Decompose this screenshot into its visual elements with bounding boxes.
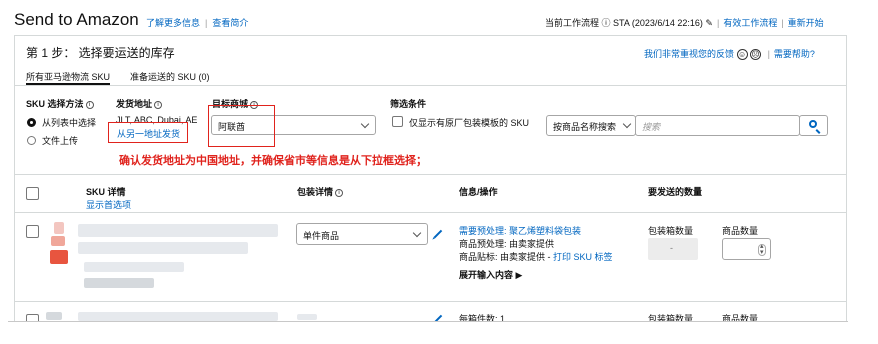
packaging-template-checkbox[interactable] xyxy=(392,116,403,127)
units-stepper[interactable] xyxy=(722,238,771,260)
filter-label: 筛选条件 xyxy=(390,99,427,109)
page-bottom-margin xyxy=(0,322,878,344)
sku-method-label: SKU 选择方法 i xyxy=(26,97,94,110)
annotation-text: 确认发货地址为中国地址，并确保省市等信息是从下拉框选择； xyxy=(119,155,427,167)
label-line: 商品贴标: 由卖家提供 - 打印 SKU 标签 xyxy=(459,252,613,262)
divider xyxy=(15,174,846,175)
stepper-arrows-icon[interactable] xyxy=(758,242,766,256)
redacted-sku-id xyxy=(84,262,184,272)
prep-required-link[interactable]: 需要预处理: 聚乙烯塑料袋包装 xyxy=(459,224,581,237)
ship-from-label: 发货地址 i xyxy=(116,97,163,110)
search-icon xyxy=(809,120,817,128)
product-thumbnail xyxy=(46,312,62,320)
packaging-value: 单件商品 xyxy=(303,231,340,241)
feedback-bar: 我们非常重视您的反馈 ☺ ☹ | 需要帮助? xyxy=(644,49,815,61)
packaging-select[interactable] xyxy=(297,314,317,320)
separator: | xyxy=(205,18,208,28)
product-thumbnail xyxy=(48,222,72,268)
radio-selected-icon[interactable] xyxy=(27,118,36,127)
chevron-down-icon xyxy=(360,119,370,129)
ship-from-another-link[interactable]: 从另一地址发货 xyxy=(117,127,180,140)
workflow-bar: 当前工作流程 ⓘ STA (2023/6/14 22:16) ✎ | 有效工作流程 |… xyxy=(545,18,824,28)
expand-input-link[interactable]: 展开输入内容 ▶ xyxy=(459,268,522,281)
boxes-label: 包装箱数量 xyxy=(648,226,694,236)
restart-link[interactable]: 重新开始 xyxy=(788,18,824,28)
method-option-list[interactable]: 从列表中选择 xyxy=(27,116,96,129)
smile-icon[interactable]: ☺ xyxy=(736,49,748,61)
feedback-link[interactable]: 我们非常重视您的反馈 xyxy=(644,49,734,59)
boxes-value: - xyxy=(670,243,673,253)
tab-ready-sku[interactable]: 准备运送的 SKU (0) xyxy=(130,70,210,83)
chevron-down-icon xyxy=(622,119,632,129)
page-title: Send to Amazon xyxy=(14,10,139,29)
need-help-link[interactable]: 需要帮助? xyxy=(774,49,815,59)
units-label: 商品数量 xyxy=(722,226,759,236)
search-by-select[interactable]: 按商品名称搜索 xyxy=(546,115,636,136)
info-icon[interactable]: i xyxy=(154,101,163,109)
step-title: 第 1 步： 选择要运送的库存 xyxy=(26,46,175,60)
search-input[interactable]: 搜索 xyxy=(635,115,800,136)
print-sku-label-link[interactable]: 打印 SKU 标签 xyxy=(553,252,613,262)
view-intro-link[interactable]: 查看简介 xyxy=(212,18,248,28)
redacted-sku-title xyxy=(78,224,278,237)
packaging-template-label: 仅显示有原厂包装模板的 SKU xyxy=(409,118,530,128)
redacted-sku-id xyxy=(84,278,154,288)
current-workflow-text: 当前工作流程 ⓘ STA (2023/6/14 22:16) xyxy=(545,18,703,28)
annotation-box xyxy=(208,105,275,147)
radio-icon[interactable] xyxy=(27,136,36,145)
show-preferences-link[interactable]: 显示首选项 xyxy=(86,198,131,211)
play-arrow-icon: ▶ xyxy=(515,270,523,280)
info-icon[interactable]: i xyxy=(85,101,94,109)
search-placeholder: 搜索 xyxy=(642,122,661,132)
search-button[interactable] xyxy=(799,115,828,136)
boxes-count-field: - xyxy=(648,238,698,260)
active-workflows-link[interactable]: 有效工作流程 xyxy=(723,18,777,28)
learn-more-link[interactable]: 了解更多信息 xyxy=(146,18,200,28)
header-links: 了解更多信息 | 查看简介 xyxy=(146,16,248,29)
divider xyxy=(15,301,846,302)
col-quantity: 要发送的数量 xyxy=(648,187,703,197)
redacted-sku-title xyxy=(78,242,248,254)
divider xyxy=(15,212,846,213)
method-option-upload[interactable]: 文件上传 xyxy=(27,134,78,147)
row-checkbox[interactable] xyxy=(26,225,39,238)
divider xyxy=(15,85,846,86)
pencil-icon[interactable]: ✎ xyxy=(705,18,713,28)
col-info-actions: 信息/操作 xyxy=(459,187,498,197)
col-packaging: 包装详情 i xyxy=(297,185,344,198)
col-sku-details: SKU 详情 xyxy=(86,187,126,197)
redacted-sku-title xyxy=(78,312,278,321)
frown-icon[interactable]: ☹ xyxy=(750,49,762,61)
info-icon[interactable]: i xyxy=(335,189,344,197)
search-by-value: 按商品名称搜索 xyxy=(553,122,617,132)
packaging-select[interactable]: 单件商品 xyxy=(296,223,428,245)
prep-line: 商品预处理: 由卖家提供 xyxy=(459,239,555,249)
select-all-checkbox[interactable] xyxy=(26,187,39,200)
chevron-down-icon xyxy=(412,228,422,238)
tab-all-fba-sku[interactable]: 所有亚马逊物流 SKU xyxy=(26,70,110,83)
